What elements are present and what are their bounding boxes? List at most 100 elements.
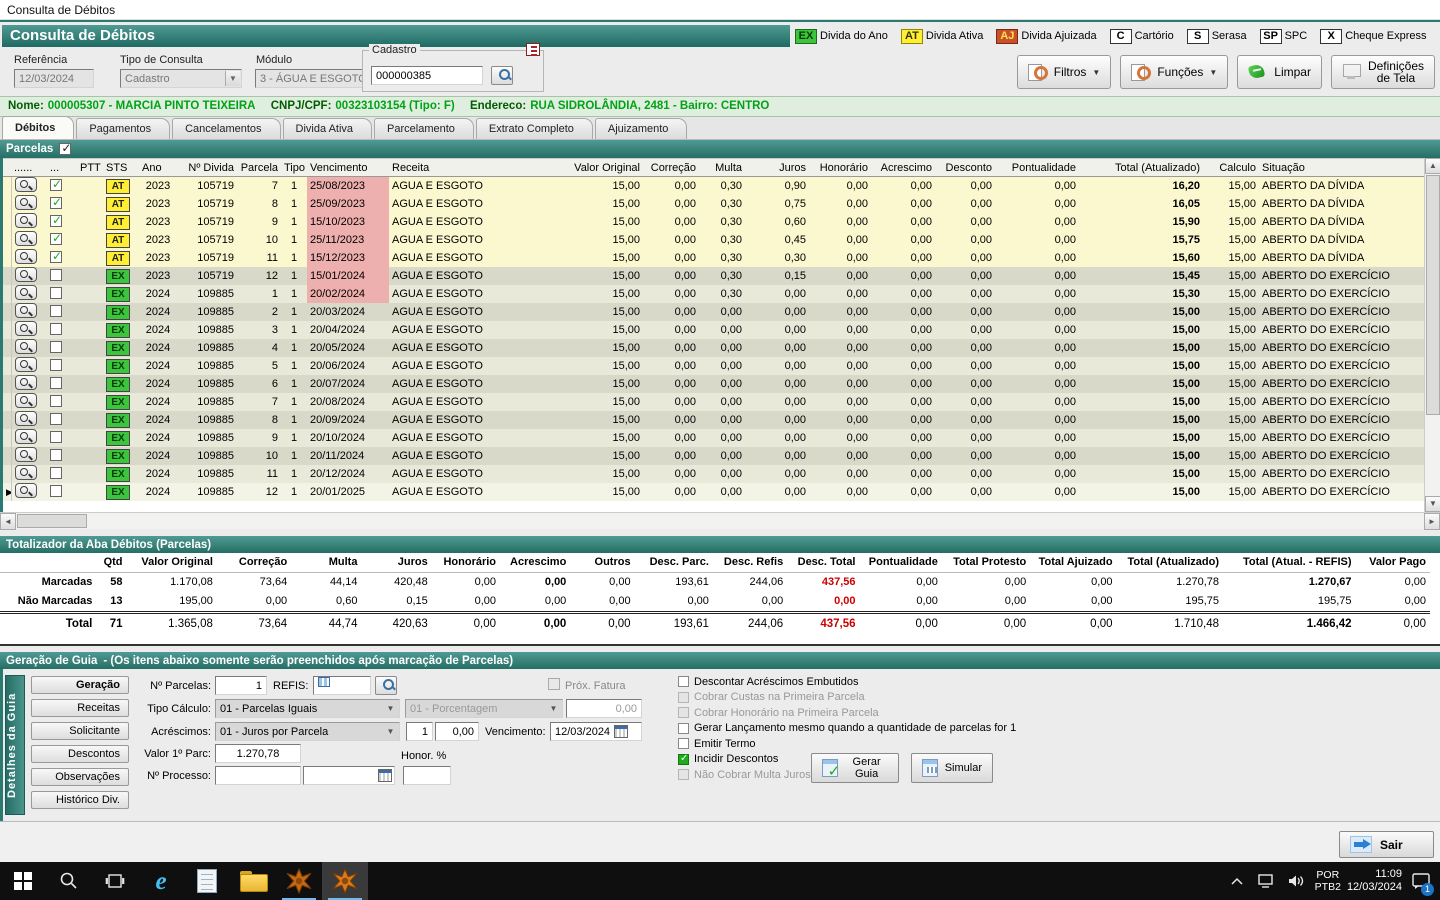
grid-icon[interactable] <box>378 769 392 782</box>
parcela-row[interactable]: EX20241098854120/05/2024AGUA E ESGOTO15,… <box>3 339 1424 357</box>
scroll-down-icon[interactable]: ▼ <box>1425 496 1440 512</box>
magnifier-icon[interactable] <box>15 231 37 246</box>
definicoes-tela-button[interactable]: Definiçõesde Tela <box>1331 55 1435 89</box>
parcela-row[interactable]: EX202410988511120/12/2024AGUA E ESGOTO15… <box>3 465 1424 483</box>
honor-input[interactable] <box>403 766 451 785</box>
parcela-row[interactable]: EX20241098852120/03/2024AGUA E ESGOTO15,… <box>3 303 1424 321</box>
sair-button[interactable]: Sair <box>1339 831 1434 858</box>
tray-expand-button[interactable] <box>1225 862 1249 900</box>
parcela-row[interactable]: EX20241098856120/07/2024AGUA E ESGOTO15,… <box>3 375 1424 393</box>
acrescimos-amount-input[interactable] <box>435 722 479 741</box>
magnifier-icon[interactable] <box>15 447 37 462</box>
taskbar-search-button[interactable] <box>46 862 92 900</box>
tab-1[interactable]: Débitos <box>2 116 74 139</box>
prox-fatura-checkbox[interactable] <box>548 678 560 690</box>
option-checkbox[interactable] <box>678 723 689 734</box>
parcela-row[interactable]: AT202310571911115/12/2023AGUA E ESGOTO15… <box>3 249 1424 267</box>
magnifier-icon[interactable] <box>15 249 37 264</box>
magnifier-icon[interactable] <box>15 483 37 498</box>
notepad-app-button[interactable] <box>184 862 230 900</box>
magnifier-icon[interactable] <box>15 411 37 426</box>
start-button[interactable] <box>0 862 46 900</box>
magnifier-icon[interactable] <box>15 177 37 192</box>
parcela-row[interactable]: AT202310571910125/11/2023AGUA E ESGOTO15… <box>3 231 1424 249</box>
parcela-row[interactable]: EX20241098853120/04/2024AGUA E ESGOTO15,… <box>3 321 1424 339</box>
cadastro-search-button[interactable] <box>491 66 513 85</box>
parcela-row[interactable]: EX20241098859120/10/2024AGUA E ESGOTO15,… <box>3 429 1424 447</box>
app-window-2-button[interactable] <box>322 862 368 900</box>
parcela-row[interactable]: EX20241098851120/02/2024AGUA E ESGOTO15,… <box>3 285 1424 303</box>
volume-button[interactable] <box>1285 862 1309 900</box>
language-indicator[interactable]: PORPTB2 <box>1315 869 1341 893</box>
row-checkbox[interactable] <box>50 485 62 497</box>
refis-search-button[interactable] <box>375 676 397 695</box>
magnifier-icon[interactable] <box>15 465 37 480</box>
calendar-icon[interactable] <box>614 725 628 738</box>
vencimento-input[interactable]: 12/03/2024 <box>550 722 642 741</box>
notification-center-button[interactable]: 1 <box>1408 862 1434 900</box>
refis-input[interactable] <box>313 676 371 695</box>
row-checkbox[interactable] <box>50 215 62 227</box>
n-parcelas-input[interactable] <box>215 676 267 695</box>
processo-input[interactable] <box>215 766 301 785</box>
magnifier-icon[interactable] <box>15 195 37 210</box>
horizontal-scrollbar[interactable]: ◄ ► <box>0 512 1440 529</box>
row-checkbox[interactable] <box>50 305 62 317</box>
parcela-row[interactable]: AT20231057197125/08/2023AGUA E ESGOTO15,… <box>3 177 1424 196</box>
row-checkbox[interactable] <box>50 341 62 353</box>
row-checkbox[interactable] <box>50 395 62 407</box>
row-checkbox[interactable] <box>50 251 62 263</box>
acrescimos-n-input[interactable] <box>406 722 433 741</box>
geracao-nav-5[interactable]: Observações <box>31 768 129 786</box>
tipo-consulta-select[interactable]: Cadastro▼ <box>120 69 242 88</box>
detalhes-da-guia-tab[interactable]: Detalhes da Guia <box>5 675 25 815</box>
row-checkbox[interactable] <box>50 197 62 209</box>
internet-explorer-button[interactable]: e <box>138 862 184 900</box>
magnifier-icon[interactable] <box>15 429 37 444</box>
magnifier-icon[interactable] <box>15 357 37 372</box>
scroll-right-icon[interactable]: ► <box>1424 513 1440 530</box>
tab-3[interactable]: Cancelamentos <box>172 118 280 139</box>
parcela-row[interactable]: AT20231057198125/09/2023AGUA E ESGOTO15,… <box>3 195 1424 213</box>
processo-aux-input[interactable] <box>303 766 395 785</box>
simular-button[interactable]: Simular <box>911 753 993 783</box>
magnifier-icon[interactable] <box>15 321 37 336</box>
scroll-left-icon[interactable]: ◄ <box>0 513 16 530</box>
geracao-nav-2[interactable]: Receitas <box>31 699 129 717</box>
tab-7[interactable]: Ajuizamento <box>595 118 688 139</box>
row-checkbox[interactable] <box>50 359 62 371</box>
option-checkbox[interactable] <box>678 676 689 687</box>
cadastro-input[interactable] <box>371 66 483 85</box>
porcentagem-amount-input[interactable] <box>566 699 642 718</box>
gerar-guia-button[interactable]: Gerar Guia <box>811 753 899 783</box>
row-checkbox[interactable] <box>50 269 62 281</box>
tab-5[interactable]: Parcelamento <box>374 118 474 139</box>
row-checkbox[interactable] <box>50 377 62 389</box>
parcela-row[interactable]: EX202410988510120/11/2024AGUA E ESGOTO15… <box>3 447 1424 465</box>
limpar-button[interactable]: Limpar <box>1237 55 1322 89</box>
option-checkbox[interactable] <box>678 754 689 765</box>
geracao-nav-6[interactable]: Histórico Div. <box>31 791 129 809</box>
row-checkbox[interactable] <box>50 449 62 461</box>
row-checkbox[interactable] <box>50 179 62 191</box>
vertical-scroll-thumb[interactable] <box>1426 175 1440 415</box>
app-window-1-button[interactable] <box>276 862 322 900</box>
acrescimos-select[interactable]: 01 - Juros por Parcela▼ <box>215 722 400 741</box>
row-checkbox[interactable] <box>50 467 62 479</box>
list-icon[interactable] <box>526 43 540 56</box>
horizontal-scroll-thumb[interactable] <box>17 514 87 528</box>
geracao-nav-1[interactable]: Geração <box>31 676 129 694</box>
porcentagem-select[interactable]: 01 - Porcentagem▼ <box>405 699 563 718</box>
file-explorer-button[interactable] <box>230 862 276 900</box>
magnifier-icon[interactable] <box>15 393 37 408</box>
row-checkbox[interactable] <box>50 431 62 443</box>
parcela-row[interactable]: EX202310571912115/01/2024AGUA E ESGOTO15… <box>3 267 1424 285</box>
taskbar-clock[interactable]: 11:0912/03/2024 <box>1347 868 1402 894</box>
option-checkbox[interactable] <box>678 738 689 749</box>
funcoes-button[interactable]: Funções ▼ <box>1120 55 1228 89</box>
task-view-button[interactable] <box>92 862 138 900</box>
row-checkbox[interactable] <box>50 323 62 335</box>
geracao-nav-3[interactable]: Solicitante <box>31 722 129 740</box>
parcela-row[interactable]: EX20241098855120/06/2024AGUA E ESGOTO15,… <box>3 357 1424 375</box>
scroll-up-icon[interactable]: ▲ <box>1425 158 1440 174</box>
